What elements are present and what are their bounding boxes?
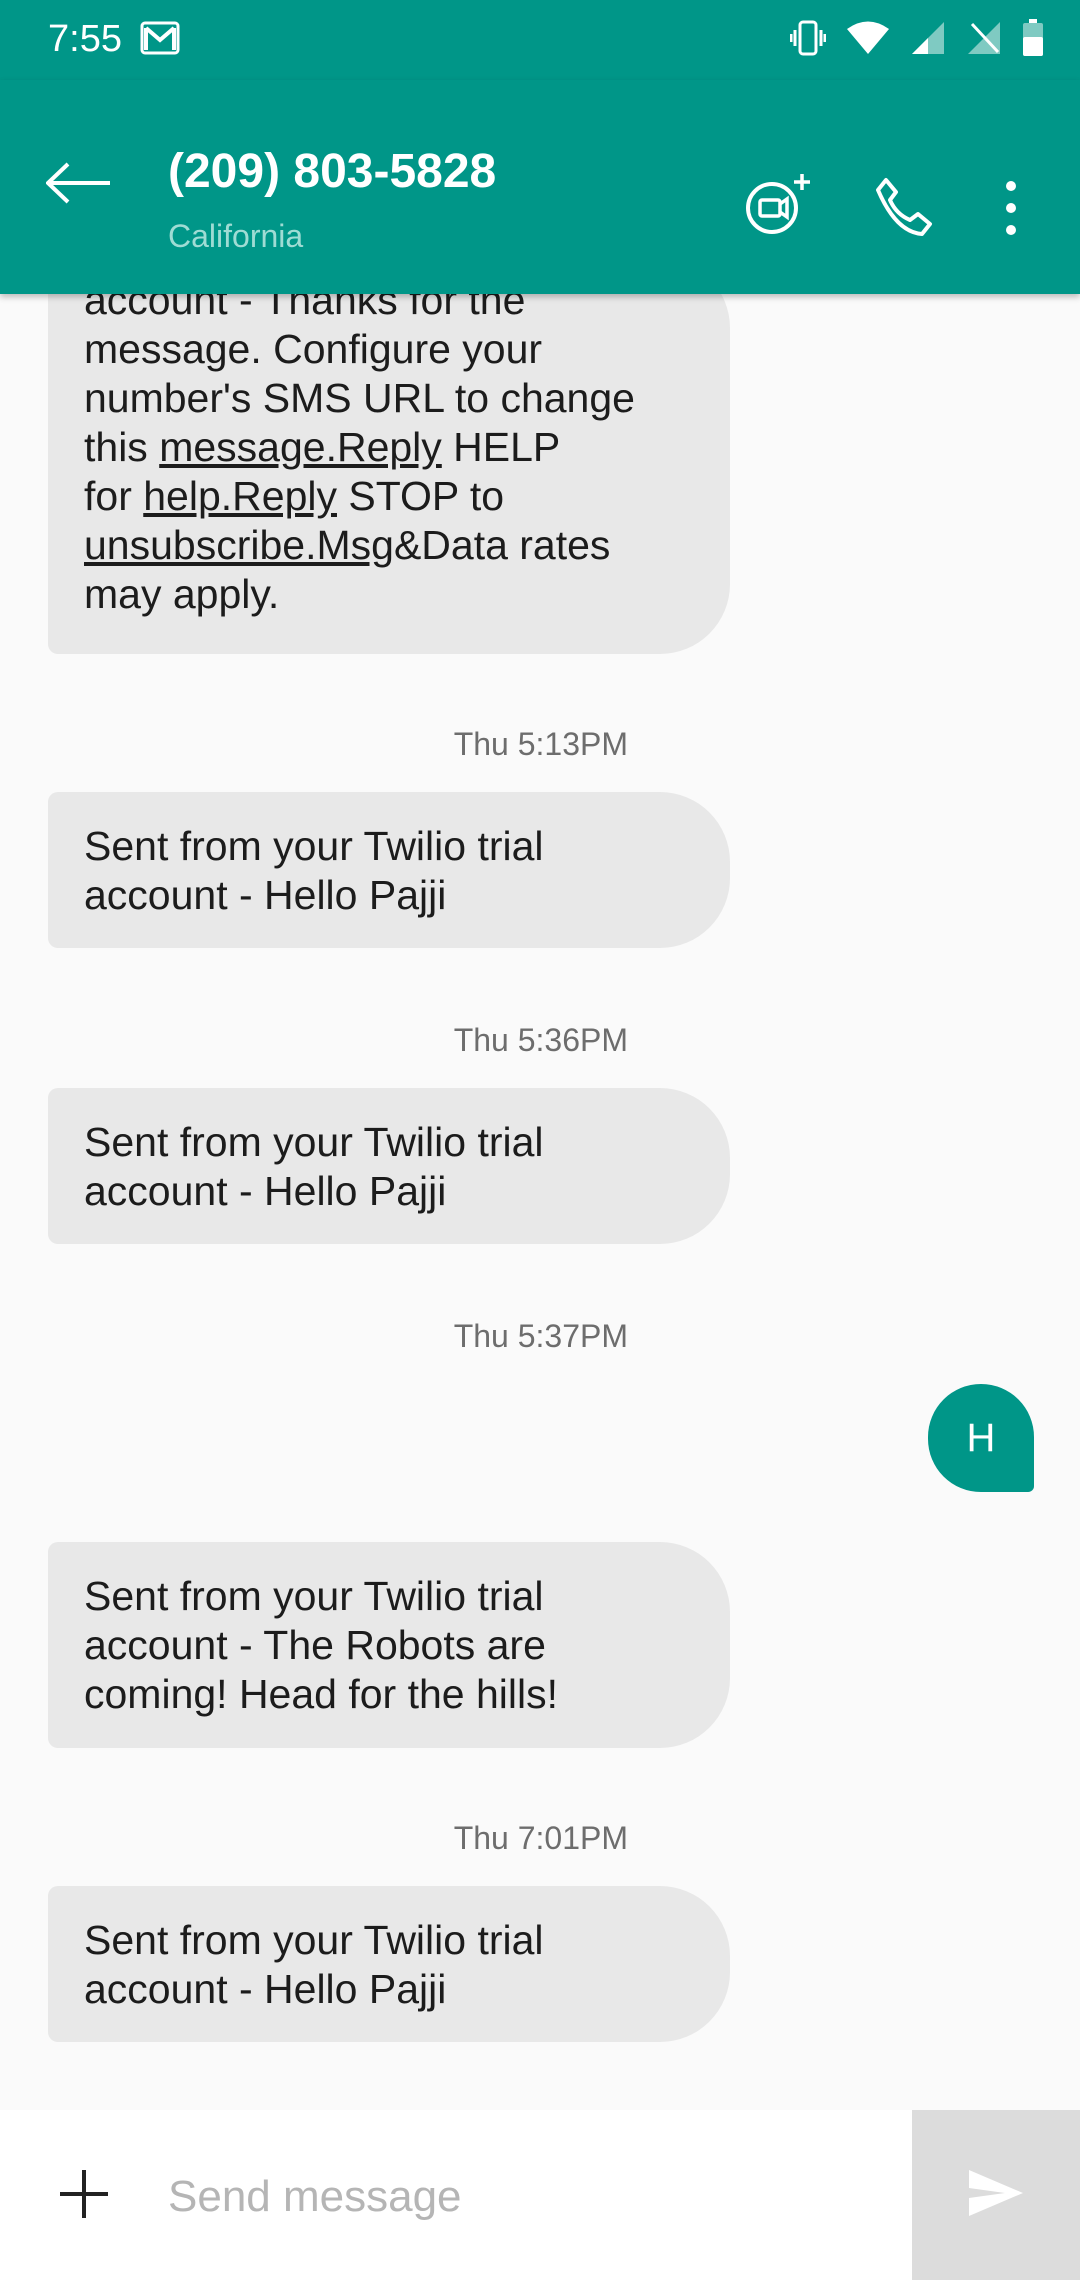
message-line: account - Hello Pajji <box>84 1966 447 2012</box>
message-line: Sent from your Twilio trial <box>84 1917 544 1963</box>
message-text: for <box>84 473 144 519</box>
message-text: HELP <box>441 424 561 470</box>
message-link[interactable]: message.Reply <box>159 424 442 470</box>
incoming-message[interactable]: Sent from your Twilio trial account - Th… <box>48 1542 730 1748</box>
status-bar: 7:55 <box>0 0 1080 80</box>
send-button[interactable] <box>912 2110 1080 2280</box>
message-input[interactable] <box>168 2162 868 2232</box>
message-list[interactable]: account - Thanks for the message. Config… <box>0 294 1080 2110</box>
message-text: &Data rates <box>393 522 611 568</box>
status-icons <box>789 18 1044 63</box>
message-timestamp: Thu 5:13PM <box>453 726 628 762</box>
message-line: Sent from your Twilio trial <box>84 823 544 869</box>
compose-bar <box>0 2110 1080 2280</box>
incoming-message[interactable]: Sent from your Twilio trial account - He… <box>48 1886 730 2042</box>
message-line: account - The Robots are <box>84 1622 546 1668</box>
message-line: may apply. <box>84 571 280 617</box>
message-line: account - Hello Pajji <box>84 872 447 918</box>
battery-icon <box>1022 19 1044 62</box>
message-timestamp: Thu 5:36PM <box>453 1022 628 1058</box>
conversation-header: (209) 803-5828 California <box>0 80 1080 294</box>
vibrate-icon <box>789 18 827 63</box>
signal-icon <box>910 20 946 61</box>
message-link[interactable]: help.Reply <box>143 473 337 519</box>
more-vert-icon[interactable] <box>996 176 1026 240</box>
message-line: message. Configure your <box>84 326 543 372</box>
message-line: account - Thanks for the <box>84 294 526 323</box>
message-line: unsubscribe.Msg&Data rates <box>84 521 694 570</box>
outgoing-message[interactable]: H <box>928 1384 1034 1492</box>
message-line: Sent from your Twilio trial <box>84 1573 544 1619</box>
back-arrow-icon[interactable] <box>45 162 112 204</box>
message-text: STOP to <box>336 473 505 519</box>
message-link[interactable]: unsubscribe.Msg <box>84 522 394 568</box>
wifi-icon <box>846 20 890 61</box>
message-line: this message.Reply HELP <box>84 423 694 472</box>
message-timestamp: Thu 5:37PM <box>453 1318 628 1354</box>
message-text: this <box>84 424 160 470</box>
gmail-icon <box>140 20 180 61</box>
status-time: 7:55 <box>48 18 122 60</box>
phone-icon[interactable] <box>872 176 934 238</box>
send-icon <box>967 2168 1025 2223</box>
incoming-message[interactable]: Sent from your Twilio trial account - He… <box>48 1088 730 1244</box>
message-line: coming! Head for the hills! <box>84 1671 559 1717</box>
message-line: account - Hello Pajji <box>84 1168 447 1214</box>
contact-title: (209) 803-5828 <box>168 145 497 198</box>
incoming-message[interactable]: Sent from your Twilio trial account - He… <box>48 792 730 948</box>
message-line: for help.Reply STOP to <box>84 472 694 521</box>
message-line: Sent from your Twilio trial <box>84 1119 544 1165</box>
message-line: number's SMS URL to change <box>84 375 635 421</box>
add-attachment-icon[interactable] <box>58 2168 110 2220</box>
message-timestamp: Thu 7:01PM <box>453 1820 628 1856</box>
contact-location: California <box>168 218 304 254</box>
incoming-message[interactable]: account - Thanks for the message. Config… <box>48 294 730 654</box>
no-sim-icon <box>966 20 1002 61</box>
video-call-add-icon[interactable] <box>744 172 814 236</box>
